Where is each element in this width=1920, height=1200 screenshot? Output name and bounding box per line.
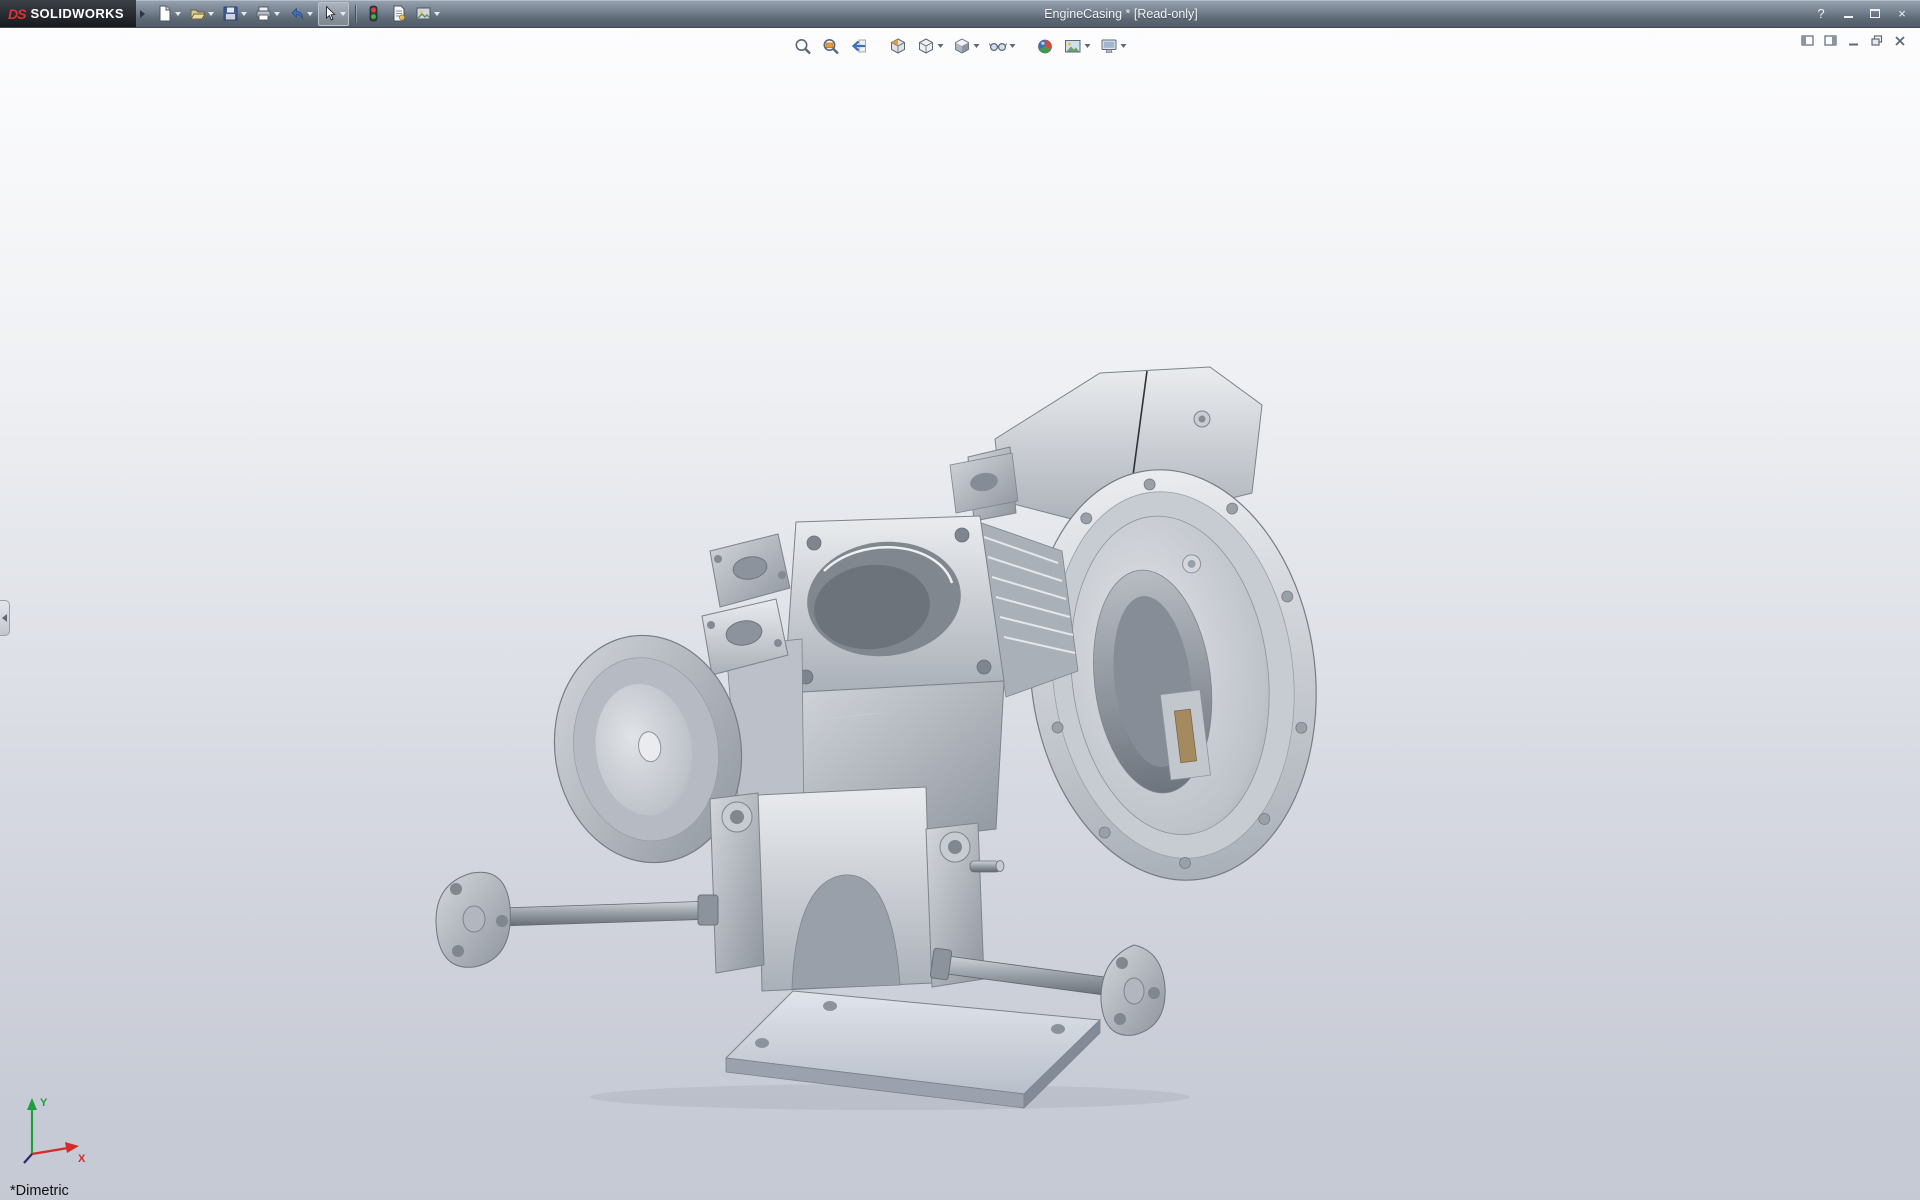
zoom-to-fit-icon [794,37,813,56]
zoom-to-area-button[interactable] [819,34,844,58]
main-toolbar [153,2,443,26]
new-dropdown-icon[interactable] [175,12,181,16]
y-axis-arrow [27,1098,37,1110]
close-button[interactable]: × [1894,6,1910,22]
open-icon [189,5,206,22]
section-view-icon [889,37,908,56]
file-properties-icon [390,5,407,22]
y-axis-label: Y [40,1097,48,1109]
x-axis-arrow [65,1142,79,1153]
previous-view-button[interactable] [847,34,872,58]
toolbar-separator [355,5,356,23]
hide-show-items-dropdown-icon[interactable] [1010,44,1016,48]
doc-close-icon [1893,34,1907,48]
options-dropdown-icon[interactable] [434,12,440,16]
window-controls: ? × [1799,6,1920,22]
reference-triad: Y X [16,1092,88,1170]
select-cursor-icon [321,5,338,22]
pane-left-button[interactable] [1800,33,1816,49]
doc-close-button[interactable] [1892,33,1908,49]
maximize-button[interactable] [1867,6,1883,22]
view-orientation-dropdown-icon[interactable] [938,44,944,48]
options-button[interactable] [412,2,443,26]
document-window-controls [1800,33,1908,49]
rebuild-traffic-light-icon [365,5,382,22]
pane-right-button[interactable] [1823,33,1839,49]
hide-show-items-icon [989,37,1008,56]
titlebar: DS SOLIDWORKS [0,0,1920,28]
print-icon [255,5,272,22]
previous-view-icon [850,37,869,56]
section-view-button[interactable] [886,34,911,58]
display-style-button[interactable] [950,34,983,58]
graphics-viewport[interactable]: Y X *Dimetric [0,28,1920,1200]
select-dropdown-icon[interactable] [340,12,346,16]
display-style-dropdown-icon[interactable] [974,44,980,48]
view-settings-button[interactable] [1097,34,1130,58]
solidworks-logo: DS SOLIDWORKS [0,0,136,27]
view-orientation-icon [917,37,936,56]
zoom-to-fit-button[interactable] [791,34,816,58]
pane-right-icon [1824,34,1838,48]
minimize-button[interactable] [1840,6,1856,22]
maximize-icon [1870,9,1880,18]
new-document-icon [156,5,173,22]
edit-appearance-icon [1036,37,1055,56]
dassault-logo-icon: DS [8,6,25,22]
display-style-icon [953,37,972,56]
view-settings-icon [1100,37,1119,56]
doc-restore-button[interactable] [1869,33,1885,49]
edit-appearance-button[interactable] [1033,34,1058,58]
window-title: EngineCasing * [Read-only] [443,7,1799,21]
view-settings-dropdown-icon[interactable] [1121,44,1127,48]
options-icon [415,5,432,22]
save-icon [222,5,239,22]
undo-icon [288,5,305,22]
save-dropdown-icon[interactable] [241,12,247,16]
doc-minimize-icon [1847,34,1861,48]
feature-manager-collapsed-tab[interactable] [0,600,10,636]
select-button[interactable] [318,2,349,26]
minimize-icon [1844,9,1853,18]
print-dropdown-icon[interactable] [274,12,280,16]
new-document-button[interactable] [153,2,184,26]
toolbar-grip-icon [140,10,145,18]
rebuild-button[interactable] [362,2,385,26]
dowel-pin[interactable] [970,861,1004,873]
apply-scene-dropdown-icon[interactable] [1085,44,1091,48]
doc-restore-icon [1870,34,1884,48]
undo-dropdown-icon[interactable] [307,12,313,16]
doc-minimize-button[interactable] [1846,33,1862,49]
file-properties-button[interactable] [387,2,410,26]
x-axis-label: X [78,1153,86,1165]
expand-panel-icon [2,614,7,622]
left-axle[interactable] [436,872,718,967]
engine-casing-model[interactable] [410,361,1320,1111]
apply-scene-icon [1064,37,1083,56]
view-orientation-button[interactable] [914,34,947,58]
apply-scene-button[interactable] [1061,34,1094,58]
open-button[interactable] [186,2,217,26]
help-button[interactable]: ? [1813,6,1829,22]
heads-up-toolbar [791,34,1130,58]
save-button[interactable] [219,2,250,26]
view-orientation-label: *Dimetric [10,1183,69,1199]
hide-show-items-button[interactable] [986,34,1019,58]
brand-name: SOLIDWORKS [30,6,124,21]
undo-button[interactable] [285,2,316,26]
print-button[interactable] [252,2,283,26]
pane-left-icon [1801,34,1815,48]
zoom-to-area-icon [822,37,841,56]
open-dropdown-icon[interactable] [208,12,214,16]
